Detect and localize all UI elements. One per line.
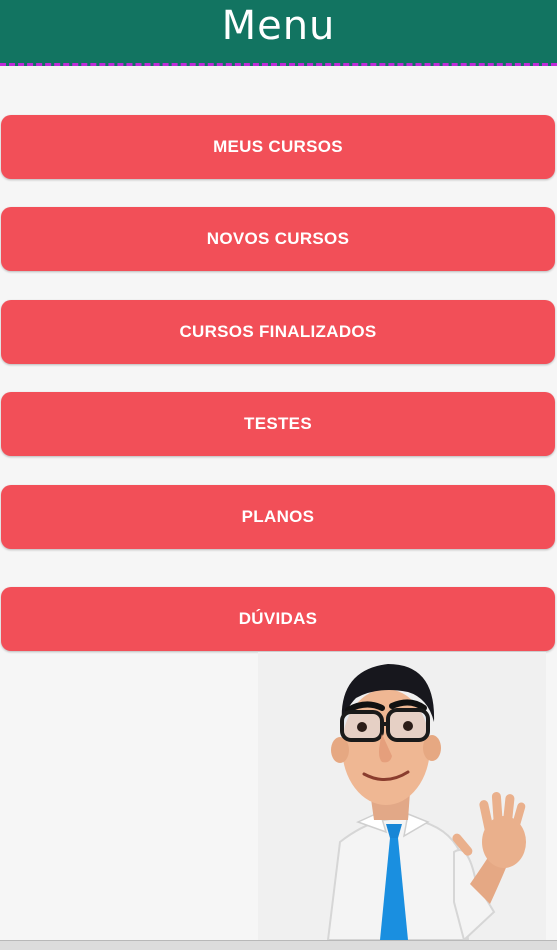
novos-cursos-button[interactable]: NOVOS CURSOS (1, 207, 555, 271)
page-title: Menu (221, 2, 336, 49)
meus-cursos-button[interactable]: MEUS CURSOS (1, 115, 555, 179)
waving-man-icon (326, 664, 526, 940)
app-header: Menu (0, 0, 557, 66)
planos-button[interactable]: PLANOS (1, 485, 555, 549)
duvidas-button[interactable]: DÚVIDAS (1, 587, 555, 651)
cursos-finalizados-button[interactable]: CURSOS FINALIZADOS (1, 300, 555, 364)
mascot-image (258, 652, 546, 940)
testes-button[interactable]: TESTES (1, 392, 555, 456)
